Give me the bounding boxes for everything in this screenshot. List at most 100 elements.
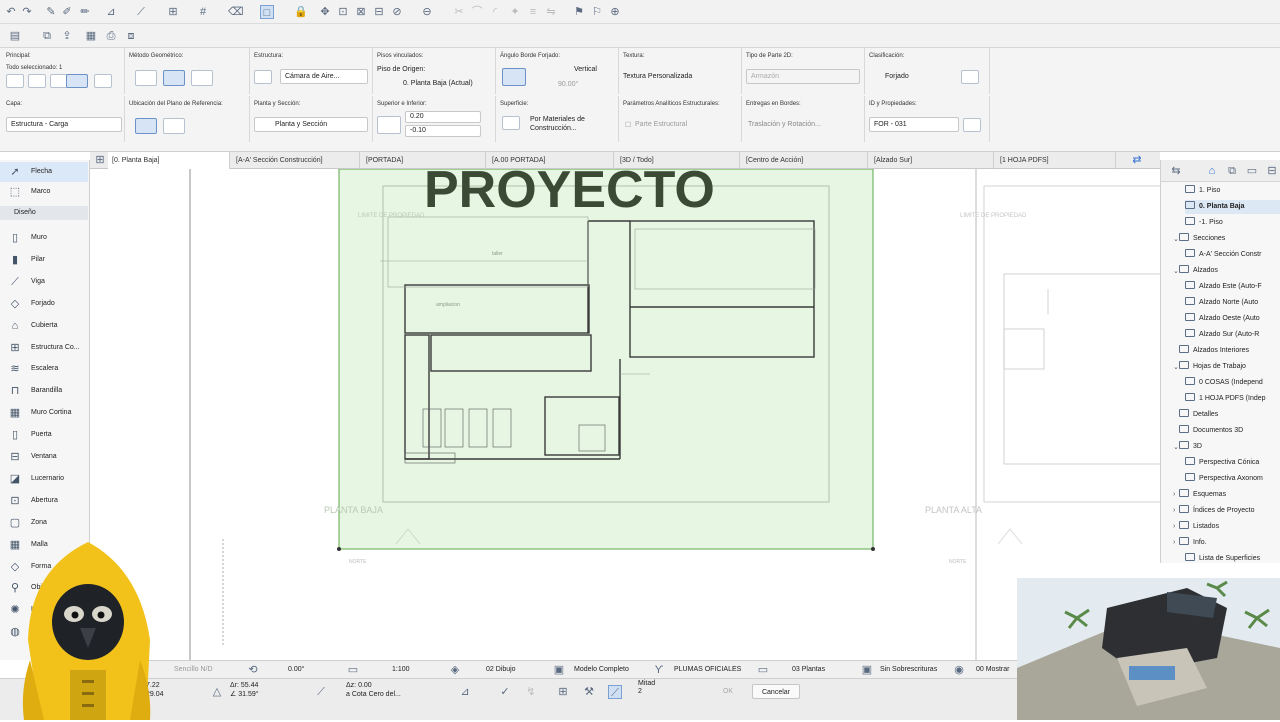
tree-expander-icon[interactable]: › <box>1173 539 1175 546</box>
guide-line-icon[interactable]: ⟋ <box>134 5 148 19</box>
tool-skylight[interactable]: ◪ Lucernario <box>0 469 88 489</box>
project-map-icon[interactable]: ⌂ <box>1205 164 1219 178</box>
cancel-button[interactable]: Cancelar <box>752 684 800 699</box>
navigator-item[interactable]: Esquemas <box>1179 488 1280 502</box>
tool-window[interactable]: ⊟ Ventana <box>0 447 88 467</box>
plumas-status[interactable]: PLUMAS OFICIALES <box>674 661 741 679</box>
surface-icon[interactable] <box>502 116 520 130</box>
tool-slab[interactable]: ◇ Forjado <box>0 294 88 314</box>
angulo-value[interactable]: 90.00° <box>558 81 578 88</box>
tool-marco[interactable]: ⬚ Marco <box>0 182 88 202</box>
tree-expander-icon[interactable]: ⌄ <box>1173 363 1179 371</box>
pen-icon[interactable] <box>94 74 112 88</box>
pencil-icon[interactable]: ✏ <box>78 5 92 19</box>
navigator-item[interactable]: Alzado Oeste (Auto <box>1185 312 1280 326</box>
adjust-icon[interactable]: ⊘ <box>390 5 404 19</box>
mostrar-status[interactable]: 00 Mostrar <box>976 661 1009 679</box>
ok-button[interactable]: OK <box>708 684 748 699</box>
lock-icon[interactable]: 🔒 <box>294 5 308 19</box>
tool-flecha[interactable]: ➚ Flecha <box>0 162 88 182</box>
view-tab[interactable]: [1 HOJA PDFS] <box>996 152 1116 169</box>
tool-railing[interactable]: ⊓ Barandilla <box>0 381 88 401</box>
stretch-icon[interactable]: ⊡ <box>336 5 350 19</box>
method-rotated-icon[interactable] <box>191 70 213 86</box>
3d-preview-window[interactable] <box>1017 578 1280 720</box>
marker-icon[interactable]: ⊕ <box>608 5 622 19</box>
navigator-item[interactable]: Alzado Norte (Auto <box>1185 296 1280 310</box>
navigator-item[interactable]: Alzado Este (Auto-F <box>1185 280 1280 294</box>
navigator-item[interactable]: Índices de Proyecto <box>1179 504 1280 518</box>
offset-icon[interactable]: ⊖ <box>420 5 434 19</box>
sencillo-status[interactable]: Sencillo N/D <box>174 661 213 679</box>
grid-icon[interactable]: # <box>196 5 210 19</box>
view-map-icon[interactable]: ⧉ <box>1225 164 1239 178</box>
navigator-item[interactable]: 3D <box>1179 440 1280 454</box>
tab-menu-icon[interactable]: ⇄ <box>1130 153 1144 167</box>
entregas-value[interactable]: Traslación y Rotación... <box>748 121 821 128</box>
sheet-icon[interactable]: ▦ <box>84 29 98 43</box>
inject-icon[interactable]: ✐ <box>60 5 74 19</box>
publish-icon[interactable]: ⇪ <box>60 29 74 43</box>
favorites-icon[interactable] <box>66 74 88 88</box>
edge-angle-icon[interactable] <box>502 68 526 86</box>
tool-wall[interactable]: ▯ Muro <box>0 228 88 248</box>
view-tab[interactable]: [PORTADA] <box>362 152 486 169</box>
publisher-icon[interactable]: ⊟ <box>1265 164 1279 178</box>
method-polygon-icon[interactable] <box>163 70 185 86</box>
scissors-icon[interactable]: ✂ <box>452 5 466 19</box>
split-icon[interactable]: ⊟ <box>372 5 386 19</box>
flag-icon[interactable]: ⚑ <box>572 5 586 19</box>
tree-expander-icon[interactable]: › <box>1173 507 1175 514</box>
settings-icon[interactable] <box>28 74 46 88</box>
fillet-icon[interactable]: ◜ <box>488 5 502 19</box>
navigator-item[interactable]: Listados <box>1179 520 1280 534</box>
structure-type-icon[interactable] <box>254 70 272 84</box>
view-tab[interactable]: [A-A' Sección Construcción] <box>232 152 360 169</box>
resize-icon[interactable]: ⊠ <box>354 5 368 19</box>
tool-structure[interactable]: ⊞ Estructura Co... <box>0 338 88 358</box>
navigator-item[interactable]: 1. Piso <box>1185 184 1280 198</box>
group-diseno[interactable]: Diseño <box>0 206 88 220</box>
classification-icon[interactable] <box>961 70 979 84</box>
tree-expander-icon[interactable]: ⌄ <box>1173 235 1179 243</box>
modelo-status[interactable]: Modelo Completo <box>574 661 629 679</box>
mitad-value[interactable]: 2 <box>638 683 642 701</box>
reference-top-icon[interactable] <box>135 118 157 134</box>
navigator-item[interactable]: 0. Planta Baja <box>1185 200 1280 214</box>
select-area-icon[interactable]: □ <box>260 5 274 19</box>
layout-book-icon[interactable]: ▭ <box>1245 164 1259 178</box>
navigator-item[interactable]: 0 COSAS (Independ <box>1185 376 1280 390</box>
flag-list-icon[interactable]: ⚐ <box>590 5 604 19</box>
textura-value[interactable]: Textura Personalizada <box>623 73 692 80</box>
view-tab[interactable]: [0. Planta Baja] <box>108 152 230 169</box>
reference-bottom-icon[interactable] <box>163 118 185 134</box>
tool-column[interactable]: ▮ Pilar <box>0 250 88 270</box>
navigator-item[interactable]: 1 HOJA PDFS (Indep <box>1185 392 1280 406</box>
copy-view-icon[interactable]: ⧈ <box>124 29 138 43</box>
organizer-icon[interactable]: ⇆ <box>1169 164 1183 178</box>
navigator-item[interactable]: Lista de Superficies <box>1185 552 1280 563</box>
navigator-item[interactable]: Documentos 3D <box>1179 424 1280 438</box>
drawing-canvas[interactable]: PROYECTO LIMITE DE PROPIEDAD LIMITE DE P… <box>90 169 1160 660</box>
move-icon[interactable]: ✥ <box>318 5 332 19</box>
thickness-icon[interactable] <box>377 116 401 134</box>
superficie-value[interactable]: Por Materiales de Construcción... <box>530 115 610 133</box>
tool-roof[interactable]: ⌂ Cubierta <box>0 316 88 336</box>
method-flat-icon[interactable] <box>135 70 157 86</box>
view-tab[interactable]: [A.00 PORTADA] <box>488 152 614 169</box>
navigator-item[interactable]: Alzados Interiores <box>1179 344 1280 358</box>
delta-angle[interactable]: ∠ 31.59° <box>230 686 259 704</box>
origen-value[interactable]: 0. Planta Baja (Actual) <box>403 80 473 87</box>
eraser-icon[interactable]: ⌫ <box>228 5 244 19</box>
print-icon[interactable]: ⎙ <box>104 29 118 43</box>
pick-up-icon[interactable]: ✎ <box>44 5 58 19</box>
mirror-icon[interactable]: ⇋ <box>544 5 558 19</box>
tool-beam[interactable]: ⟋ Viga <box>0 272 88 292</box>
redo-icon[interactable]: ↷ <box>20 5 34 19</box>
check-icon[interactable]: ✓ <box>498 685 512 699</box>
structural-checkbox[interactable]: ☐ <box>625 121 631 129</box>
view-tab[interactable]: [Centro de Acción] <box>742 152 868 169</box>
planta-seccion-field[interactable]: Planta y Sección <box>254 117 368 132</box>
navigator-item[interactable]: Alzados <box>1179 264 1280 278</box>
wand-icon[interactable]: ⚒ <box>582 685 596 699</box>
